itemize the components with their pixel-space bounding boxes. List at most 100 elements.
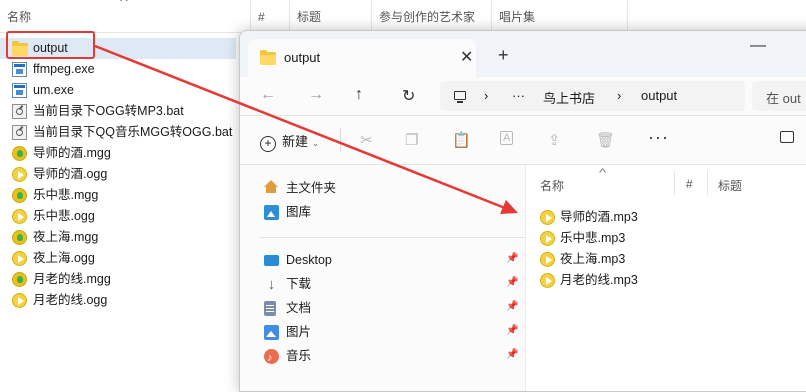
file-list-pane: 名称 ^ # 标题 导师的酒.mp3 乐中悲.mp3 夜上海.mp3 月老的线.… [526, 165, 806, 391]
command-bar: + 新建 ⌄ ✂ ❐ 📋 A ⇪ 🗑 ··· [240, 116, 806, 165]
home-icon [264, 180, 278, 193]
nav-item-downloads[interactable]: ↓ 下载 [264, 273, 311, 295]
nav-item-desktop[interactable]: Desktop [264, 249, 332, 271]
nav-item-documents[interactable]: 文档 [264, 297, 311, 319]
nav-item-label: 图片 [286, 325, 312, 339]
file-name: 夜上海.mgg [33, 230, 99, 244]
breadcrumb-item[interactable]: 鸟上书店 [543, 88, 595, 107]
file-row[interactable]: 当前目录下OGG转MP3.bat [0, 101, 240, 122]
exe-icon [12, 62, 27, 77]
nav-item-home[interactable]: 主文件夹 [264, 177, 336, 199]
file-name: 导师的酒.mp3 [560, 210, 638, 224]
column-header-album[interactable]: 唱片集 [491, 0, 627, 32]
up-button[interactable]: ↑ [355, 86, 363, 104]
details-pane-icon[interactable] [780, 131, 794, 143]
file-row[interactable]: 夜上海.mgg [0, 227, 240, 248]
pin-icon[interactable]: 📌 [506, 325, 518, 336]
chevron-down-icon: ⌄ [312, 139, 319, 148]
paste-icon[interactable]: 📋 [452, 131, 471, 149]
plus-icon: + [260, 136, 276, 152]
folder-icon [260, 50, 276, 65]
tab-title: output [284, 50, 321, 65]
nav-item-gallery[interactable]: 图库 [264, 201, 311, 223]
breadcrumb-separator: › [484, 88, 489, 103]
pin-icon[interactable]: 📌 [506, 277, 518, 288]
file-name: ffmpeg.exe [33, 62, 95, 76]
breadcrumb-item[interactable]: output [641, 88, 677, 103]
pin-icon[interactable]: 📌 [506, 253, 518, 264]
sort-chevron-icon: ^ [598, 167, 607, 179]
forward-button[interactable]: → [308, 86, 324, 104]
file-row[interactable]: 月老的线.mgg [0, 269, 240, 290]
qq-music-icon [12, 230, 27, 245]
audio-play-icon [12, 251, 27, 266]
column-header-number[interactable]: # [686, 177, 693, 191]
breadcrumb-overflow[interactable]: ··· [512, 88, 525, 103]
navigation-pane: 主文件夹 图库 Desktop 📌 ↓ 下载 📌 文档 📌 图片 📌 ♪ 音乐 … [240, 165, 530, 391]
new-label: 新建 [282, 134, 309, 149]
search-box[interactable]: 在 out [752, 81, 806, 111]
file-row[interactable]: ffmpeg.exe [0, 59, 240, 80]
file-row[interactable]: 月老的线.ogg [0, 290, 240, 311]
delete-icon[interactable]: 🗑 [596, 131, 615, 149]
file-row[interactable]: 当前目录下QQ音乐MGG转OGG.bat [0, 122, 240, 143]
column-header-name[interactable]: 名称 [540, 177, 564, 194]
rename-icon[interactable]: A [500, 131, 514, 145]
pictures-icon [264, 325, 279, 340]
nav-item-label: 下载 [286, 277, 312, 291]
file-name: 乐中悲.mp3 [560, 231, 626, 245]
qq-music-icon [12, 146, 27, 161]
sort-chevron-icon: ^ [119, 0, 128, 8]
file-name: um.exe [33, 83, 74, 97]
breadcrumb-separator: › [617, 88, 622, 103]
file-row[interactable]: 月老的线.mp3 [540, 270, 638, 290]
column-header-artist[interactable]: 参与创作的艺术家 [371, 0, 491, 32]
output-explorer-window: output ✕ + — ← → ↑ ↻ › ··· 鸟上书店 › output… [239, 30, 806, 392]
file-name: 当前目录下QQ音乐MGG转OGG.bat [33, 125, 233, 139]
pin-icon[interactable]: 📌 [506, 301, 518, 312]
file-row[interactable]: 夜上海.ogg [0, 248, 240, 269]
gallery-icon [264, 205, 279, 220]
background-file-list: output ffmpeg.exe um.exe 当前目录下OGG转MP3.ba… [0, 38, 240, 311]
cut-icon[interactable]: ✂ [360, 131, 373, 149]
file-name: 当前目录下OGG转MP3.bat [33, 104, 184, 118]
exe-icon [12, 83, 27, 98]
qq-music-icon [12, 188, 27, 203]
new-button[interactable]: + 新建 ⌄ [260, 131, 319, 152]
column-header-number[interactable]: # [250, 0, 289, 32]
column-header-title[interactable]: 标题 [718, 177, 742, 194]
audio-play-icon [540, 273, 555, 288]
file-row[interactable]: 乐中悲.mgg [0, 185, 240, 206]
file-row[interactable]: 导师的酒.mgg [0, 143, 240, 164]
back-button[interactable]: ← [260, 86, 276, 104]
column-header-title[interactable]: 标题 [289, 0, 371, 32]
file-name: 乐中悲.ogg [33, 209, 95, 223]
file-name: 导师的酒.ogg [33, 167, 108, 181]
nav-item-music[interactable]: 音乐 [264, 345, 311, 369]
address-bar[interactable]: › ··· 鸟上书店 › output [440, 81, 745, 111]
file-row[interactable]: 夜上海.mp3 [540, 249, 625, 269]
bat-icon [12, 104, 27, 119]
nav-item-pictures[interactable]: 图片 [264, 321, 311, 343]
tab-output[interactable]: output ✕ [248, 39, 476, 77]
refresh-button[interactable]: ↻ [402, 86, 415, 106]
audio-play-icon [540, 210, 555, 225]
toolbar-divider [340, 128, 341, 152]
file-row[interactable]: 导师的酒.ogg [0, 164, 240, 185]
file-name: 乐中悲.mgg [33, 188, 99, 202]
nav-divider [260, 237, 530, 238]
minimize-button[interactable]: — [750, 37, 766, 55]
more-options-button[interactable]: ··· [648, 127, 669, 148]
file-row[interactable]: 导师的酒.mp3 [540, 207, 638, 227]
this-pc-icon [454, 91, 466, 103]
file-row[interactable]: um.exe [0, 80, 240, 101]
copy-icon[interactable]: ❐ [405, 131, 418, 149]
file-name: 导师的酒.mgg [33, 146, 111, 160]
share-icon[interactable]: ⇪ [548, 131, 561, 149]
new-tab-button[interactable]: + [498, 45, 509, 66]
file-row[interactable]: 乐中悲.ogg [0, 206, 240, 227]
close-tab-icon[interactable]: ✕ [460, 47, 473, 67]
audio-play-icon [540, 231, 555, 246]
pin-icon[interactable]: 📌 [506, 349, 518, 360]
file-row[interactable]: 乐中悲.mp3 [540, 228, 625, 248]
